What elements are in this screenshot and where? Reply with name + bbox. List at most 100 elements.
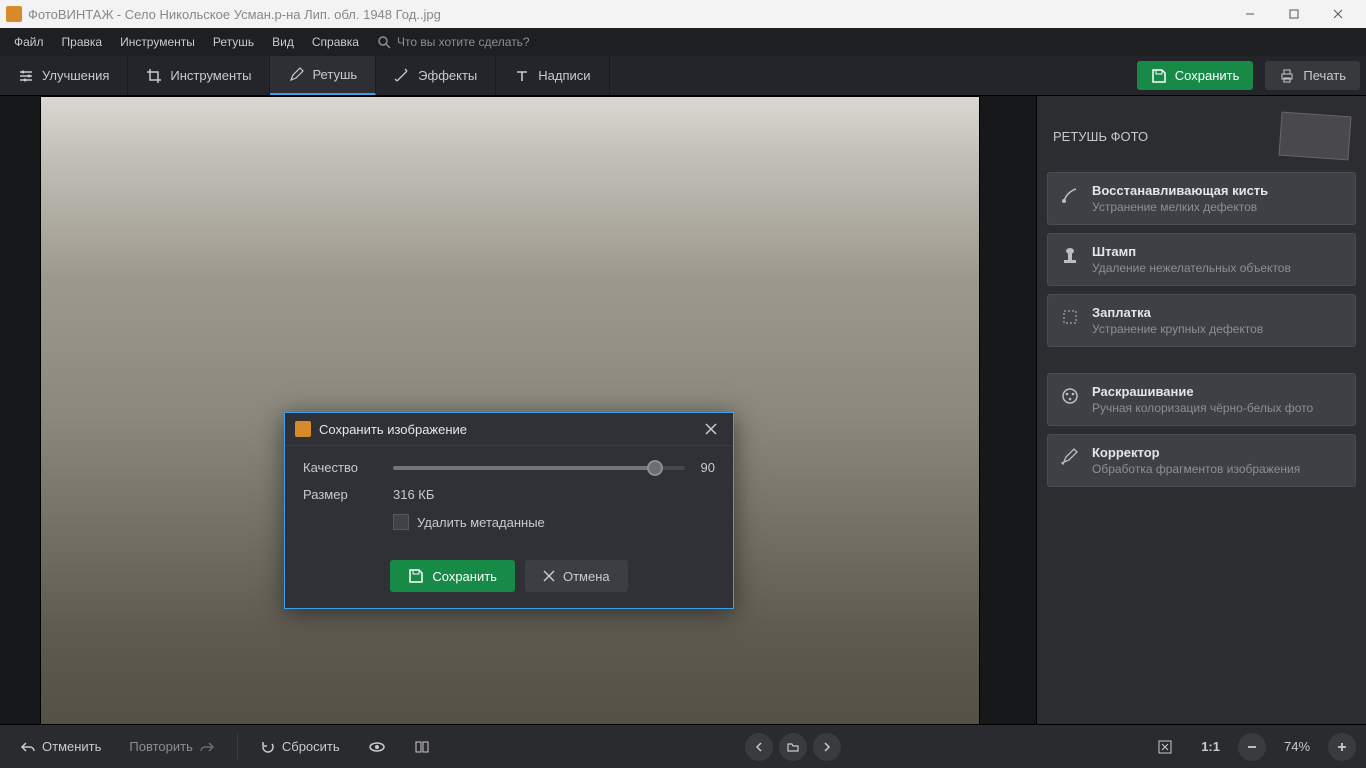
preview-toggle-button[interactable] xyxy=(358,732,396,762)
zoom-level[interactable]: 74% xyxy=(1274,733,1320,760)
tab-label: Улучшения xyxy=(42,68,109,83)
app-name: ФотоВИНТАЖ xyxy=(28,7,113,22)
tool-colorize[interactable]: Раскрашивание Ручная колоризация чёрно-б… xyxy=(1047,373,1356,426)
fit-screen-button[interactable] xyxy=(1147,733,1183,761)
canvas-area[interactable]: Сохранить изображение Качество 90 Размер… xyxy=(0,96,1036,724)
tab-enhance[interactable]: Улучшения xyxy=(0,56,128,95)
tabbar: Улучшения Инструменты Ретушь Эффекты Над… xyxy=(0,56,1366,96)
window-maximize-button[interactable] xyxy=(1272,0,1316,28)
quality-value: 90 xyxy=(701,460,715,475)
redo-button[interactable]: Повторить xyxy=(119,733,224,761)
tool-corrector[interactable]: Корректор Обработка фрагментов изображен… xyxy=(1047,434,1356,487)
button-label: Повторить xyxy=(129,739,192,754)
close-icon xyxy=(543,570,555,582)
dialog-cancel-button[interactable]: Отмена xyxy=(525,560,628,592)
tab-tools[interactable]: Инструменты xyxy=(128,56,270,95)
tool-title: Раскрашивание xyxy=(1092,384,1313,399)
tab-label: Надписи xyxy=(538,68,590,83)
redo-icon xyxy=(199,739,215,755)
text-icon xyxy=(514,68,530,84)
eye-icon xyxy=(368,738,386,756)
menu-view[interactable]: Вид xyxy=(264,31,302,53)
dialog-close-button[interactable] xyxy=(699,421,723,437)
button-label: Сохранить xyxy=(1175,68,1240,83)
save-image-dialog: Сохранить изображение Качество 90 Размер… xyxy=(284,412,734,609)
tool-subtitle: Устранение мелких дефектов xyxy=(1092,200,1268,214)
size-label: Размер xyxy=(303,487,393,502)
ratio-label: 1:1 xyxy=(1201,739,1220,754)
size-value: 316 КБ xyxy=(393,487,434,502)
healing-brush-icon xyxy=(1060,185,1080,205)
tab-label: Эффекты xyxy=(418,68,477,83)
tool-subtitle: Удаление нежелательных объектов xyxy=(1092,261,1291,275)
menu-edit[interactable]: Правка xyxy=(54,31,111,53)
brush-icon xyxy=(1060,447,1080,467)
print-icon xyxy=(1279,68,1295,84)
sliders-icon xyxy=(18,68,34,84)
dialog-save-button[interactable]: Сохранить xyxy=(390,560,515,592)
button-label: Отмена xyxy=(563,569,610,584)
tab-effects[interactable]: Эффекты xyxy=(376,56,496,95)
quality-slider[interactable] xyxy=(393,466,685,470)
prev-image-button[interactable] xyxy=(745,733,773,761)
app-icon xyxy=(6,6,22,22)
undo-button[interactable]: Отменить xyxy=(10,733,111,761)
tab-retouch[interactable]: Ретушь xyxy=(270,56,376,95)
statusbar: Отменить Повторить Сбросить 1:1 74% xyxy=(0,724,1366,768)
panel-thumbnail xyxy=(1279,112,1352,161)
tool-title: Восстанавливающая кисть xyxy=(1092,183,1268,198)
window-minimize-button[interactable] xyxy=(1228,0,1272,28)
compare-button[interactable] xyxy=(404,733,440,761)
zoom-in-button[interactable] xyxy=(1328,733,1356,761)
menu-help[interactable]: Справка xyxy=(304,31,367,53)
delete-metadata-checkbox[interactable] xyxy=(393,514,409,530)
panel-title: РЕТУШЬ ФОТО xyxy=(1053,129,1148,144)
dialog-title: Сохранить изображение xyxy=(319,422,467,437)
menu-file[interactable]: Файл xyxy=(6,31,52,53)
tool-patch[interactable]: Заплатка Устранение крупных дефектов xyxy=(1047,294,1356,347)
tool-title: Корректор xyxy=(1092,445,1300,460)
actual-size-button[interactable]: 1:1 xyxy=(1191,733,1230,760)
tool-healing-brush[interactable]: Восстанавливающая кисть Устранение мелки… xyxy=(1047,172,1356,225)
tab-label: Инструменты xyxy=(170,68,251,83)
delete-metadata-label: Удалить метаданные xyxy=(417,515,545,530)
tool-title: Штамп xyxy=(1092,244,1291,259)
slider-knob[interactable] xyxy=(647,460,663,476)
menu-tools[interactable]: Инструменты xyxy=(112,31,203,53)
print-button[interactable]: Печать xyxy=(1265,61,1360,90)
tool-subtitle: Устранение крупных дефектов xyxy=(1092,322,1263,336)
tab-text[interactable]: Надписи xyxy=(496,56,609,95)
window-close-button[interactable] xyxy=(1316,0,1360,28)
compare-icon xyxy=(414,739,430,755)
window-titlebar: ФотоВИНТАЖ - Село Никольское Усман.р-на … xyxy=(0,0,1366,28)
search-input[interactable]: Что вы хотите сделать? xyxy=(397,35,530,49)
save-icon xyxy=(1151,68,1167,84)
save-icon xyxy=(408,568,424,584)
save-button[interactable]: Сохранить xyxy=(1137,61,1254,90)
wand-icon xyxy=(394,68,410,84)
tool-subtitle: Обработка фрагментов изображения xyxy=(1092,462,1300,476)
file-name: Село Никольское Усман.р-на Лип. обл. 194… xyxy=(125,7,441,22)
stamp-icon xyxy=(1060,246,1080,266)
side-panel: РЕТУШЬ ФОТО Восстанавливающая кисть Устр… xyxy=(1036,96,1366,724)
button-label: Печать xyxy=(1303,68,1346,83)
tool-subtitle: Ручная колоризация чёрно-белых фото xyxy=(1092,401,1313,415)
tool-stamp[interactable]: Штамп Удаление нежелательных объектов xyxy=(1047,233,1356,286)
tool-title: Заплатка xyxy=(1092,305,1263,320)
window-title: ФотоВИНТАЖ - Село Никольское Усман.р-на … xyxy=(28,7,1228,22)
quality-label: Качество xyxy=(303,460,393,475)
fit-icon xyxy=(1157,739,1173,755)
open-folder-button[interactable] xyxy=(779,733,807,761)
button-label: Сохранить xyxy=(432,569,497,584)
button-label: Отменить xyxy=(42,739,101,754)
zoom-out-button[interactable] xyxy=(1238,733,1266,761)
title-separator: - xyxy=(117,7,125,22)
reset-button[interactable]: Сбросить xyxy=(250,733,350,761)
photo-canvas[interactable] xyxy=(40,96,980,724)
menubar: Файл Правка Инструменты Ретушь Вид Справ… xyxy=(0,28,1366,56)
menu-retouch[interactable]: Ретушь xyxy=(205,31,262,53)
colorize-icon xyxy=(1060,386,1080,406)
reset-icon xyxy=(260,739,276,755)
tab-label: Ретушь xyxy=(312,67,357,82)
next-image-button[interactable] xyxy=(813,733,841,761)
